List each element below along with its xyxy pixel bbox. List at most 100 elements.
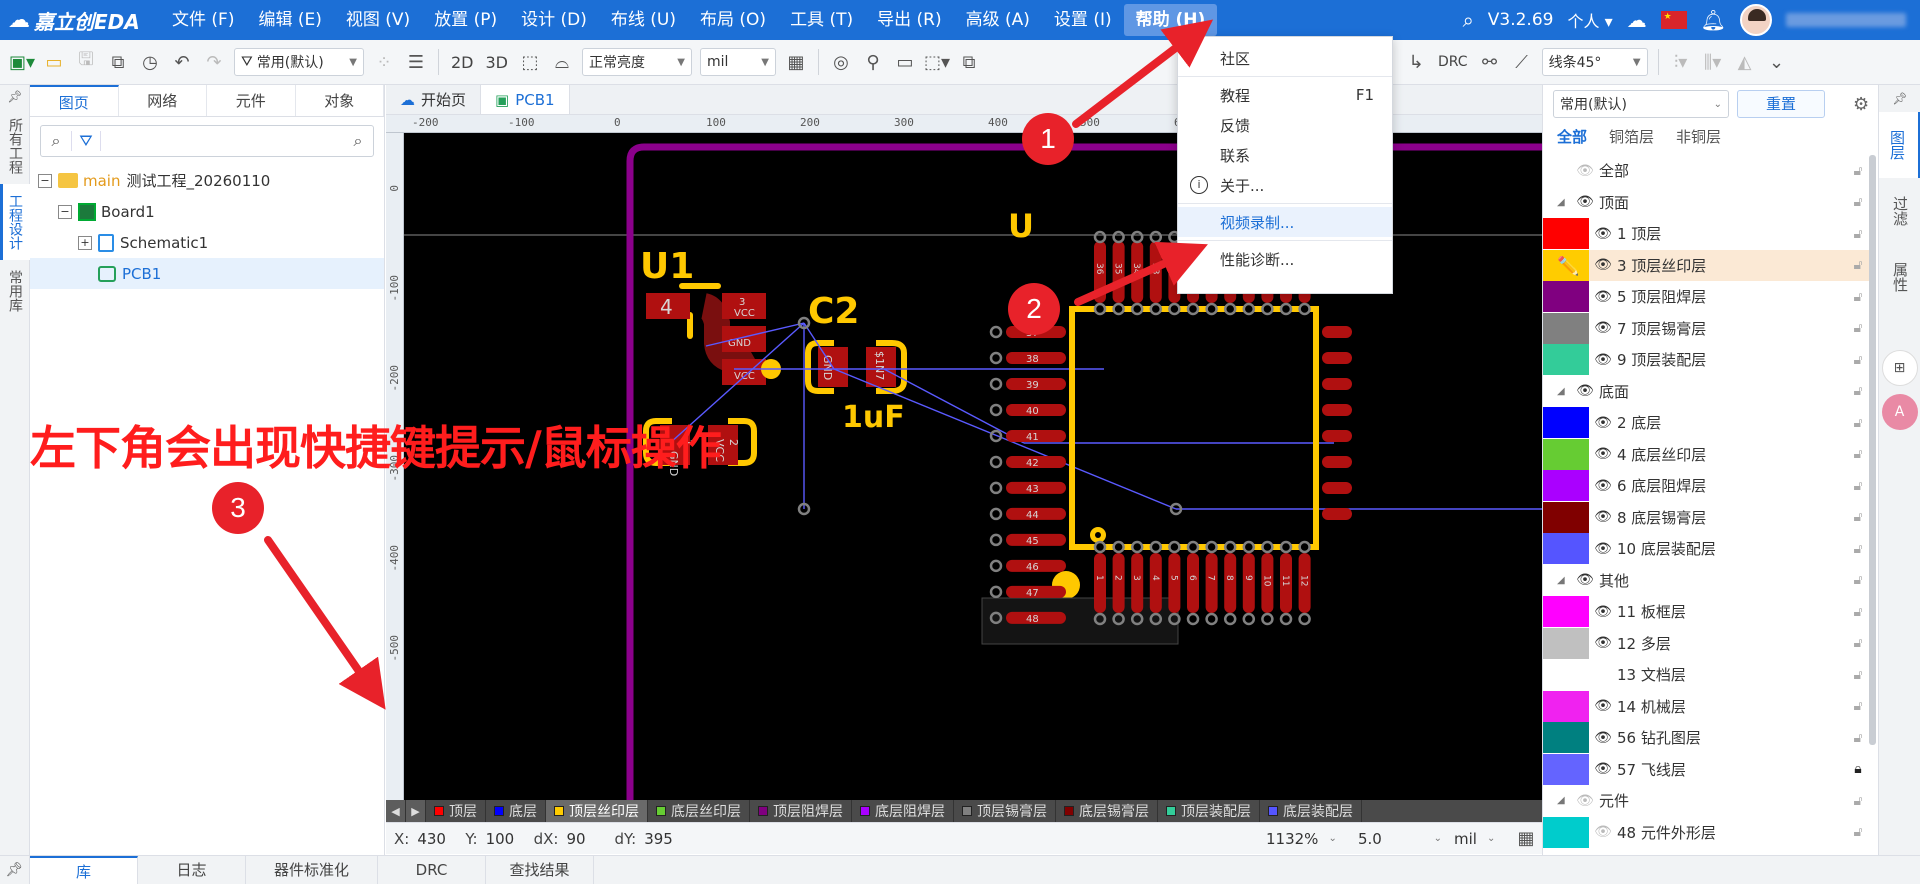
layer-strip-item[interactable]: 顶层: [426, 800, 486, 822]
layer-color-swatch[interactable]: [1543, 407, 1589, 439]
search-input[interactable]: [101, 127, 343, 155]
search-icon[interactable]: ⌕: [1463, 8, 1474, 32]
apps-grid-icon[interactable]: ⊞: [1881, 350, 1918, 387]
tree-schematic[interactable]: + Schematic1: [30, 227, 384, 258]
save-icon[interactable]: 🖫︎: [70, 47, 102, 77]
vtab-common-library[interactable]: 常用库: [0, 260, 30, 322]
eye-icon[interactable]: 👁︎: [1589, 289, 1617, 305]
pin-icon[interactable]: 📌︎: [1879, 85, 1920, 112]
collapse-caret-icon[interactable]: ◢: [1557, 386, 1571, 397]
layer-preset-select[interactable]: 常用(默认) ⌄: [1553, 90, 1729, 118]
tree-project[interactable]: − main 测试工程_20260110: [30, 165, 384, 196]
reset-button[interactable]: 重置: [1737, 90, 1825, 118]
grid-align-icon[interactable]: ⁘: [368, 47, 400, 77]
eye-icon[interactable]: 👁︎: [1589, 509, 1617, 525]
menu-export[interactable]: 导出 (R): [865, 0, 953, 40]
eye-icon[interactable]: 👁︎: [1571, 194, 1599, 210]
layer-group-row[interactable]: ◢ 👁︎ 其他 🔓︎: [1543, 565, 1873, 597]
layer-color-swatch[interactable]: [1543, 438, 1589, 470]
unit-select[interactable]: mil ▼: [700, 48, 776, 76]
menu-item-performance-diagnosis[interactable]: 性能诊断...: [1178, 244, 1392, 274]
layer-row[interactable]: 13 文档层 🔓︎: [1543, 659, 1873, 691]
layer-row[interactable]: 👁︎ 7 顶层锡膏层 🔓︎: [1543, 312, 1873, 345]
menu-item-about[interactable]: i 关于...: [1178, 170, 1392, 200]
eye-icon[interactable]: 👁︎: [1589, 352, 1617, 368]
tab-nets[interactable]: 网络: [119, 85, 207, 116]
lock-icon[interactable]: 🔒︎: [1843, 761, 1873, 777]
layer-strip-item[interactable]: 底层阻焊层: [852, 800, 954, 822]
angle-route-icon[interactable]: ⟋: [1506, 47, 1538, 77]
undo-icon[interactable]: ↶: [166, 47, 198, 77]
unit-select[interactable]: mil ⌄: [1448, 827, 1510, 851]
eye-icon[interactable]: 👁︎: [1571, 383, 1599, 399]
tab-objects[interactable]: 对象: [296, 85, 384, 116]
menu-view[interactable]: 视图 (V): [334, 0, 422, 40]
collapse-icon[interactable]: −: [58, 204, 72, 219]
copy-icon[interactable]: ⧉: [953, 47, 985, 77]
layer-list-scrollbar[interactable]: [1869, 155, 1876, 745]
workspace-select[interactable]: 个人 ▾: [1567, 8, 1612, 32]
layer-color-swatch[interactable]: [1543, 533, 1589, 565]
layer-strip-item[interactable]: 底层丝印层: [648, 800, 750, 822]
grid-size-select[interactable]: 5.0 ⌄: [1352, 827, 1448, 851]
menu-advanced[interactable]: 高级 (A): [954, 0, 1042, 40]
eye-icon[interactable]: 👁︎: [1589, 698, 1617, 714]
rect-select-icon[interactable]: ▭: [889, 47, 921, 77]
eye-icon[interactable]: 👁︎: [1589, 415, 1617, 431]
layer-strip-item[interactable]: 底层锡膏层: [1056, 800, 1158, 822]
filter-icon[interactable]: ⛛: [71, 131, 101, 151]
collapse-caret-icon[interactable]: ◢: [1557, 197, 1571, 208]
layer-row[interactable]: 👁︎ 56 钻孔图层 🔓︎: [1543, 722, 1873, 754]
layer-color-swatch[interactable]: [1543, 596, 1589, 628]
vtab-filter[interactable]: 过滤: [1879, 178, 1920, 244]
pin-icon[interactable]: 📌︎: [0, 85, 30, 108]
tab-components[interactable]: 元件: [207, 85, 296, 116]
layer-row[interactable]: 👁︎ 8 底层锡膏层 🔓︎: [1543, 501, 1873, 534]
unlock-icon[interactable]: 🔓︎: [1843, 824, 1873, 840]
history-icon[interactable]: ◷: [134, 47, 166, 77]
eye-icon[interactable]: 👁︎: [1571, 163, 1599, 179]
scroll-right-icon[interactable]: ▶: [406, 800, 426, 822]
layer-color-swatch[interactable]: [1543, 722, 1589, 754]
menu-design[interactable]: 设计 (D): [509, 0, 599, 40]
eye-icon[interactable]: 👁︎: [1589, 635, 1617, 651]
new-document-icon[interactable]: ▣▾: [6, 47, 38, 77]
layer-row[interactable]: 👁︎ 4 底层丝印层 🔓︎: [1543, 438, 1873, 471]
dashed-select-icon[interactable]: ⬚▾: [921, 47, 953, 77]
search-icon[interactable]: ⌕: [41, 131, 71, 151]
vtab-layers[interactable]: 图层: [1879, 112, 1920, 179]
layer-color-swatch[interactable]: [1543, 470, 1589, 502]
avatar[interactable]: [1740, 4, 1772, 36]
tab-pages[interactable]: 图页: [30, 85, 119, 116]
line-angle-select[interactable]: 线条45° ▼: [1541, 48, 1648, 76]
tab-log[interactable]: 日志: [138, 856, 246, 884]
layer-strip-item[interactable]: 底层装配层: [1260, 800, 1362, 822]
layer-row[interactable]: 👁︎ 14 机械层 🔓︎: [1543, 690, 1873, 723]
menu-layout[interactable]: 布局 (O): [688, 0, 778, 40]
menu-edit[interactable]: 编辑 (E): [246, 0, 333, 40]
language-flag-icon[interactable]: [1660, 11, 1687, 29]
layer-row[interactable]: 👁︎ 2 底层 🔓︎: [1543, 407, 1873, 439]
layer-row[interactable]: 👁︎ 5 顶层阻焊层 🔓︎: [1543, 281, 1873, 313]
vtab-project-design[interactable]: 工程设计: [0, 184, 30, 261]
import-icon[interactable]: ↳: [1400, 47, 1432, 77]
layer-preset-select[interactable]: ⛛ 常用(默认) ▼: [234, 48, 364, 76]
layer-color-swatch[interactable]: [1543, 753, 1589, 785]
layer-settings-icon[interactable]: ⚙: [1853, 94, 1869, 115]
redo-icon[interactable]: ↷: [198, 47, 230, 77]
user-name-blurred[interactable]: [1786, 13, 1906, 27]
zoom-area-icon[interactable]: ⬚: [514, 47, 546, 77]
menu-route[interactable]: 布线 (U): [599, 0, 688, 40]
eye-icon[interactable]: 👁︎: [1589, 604, 1617, 620]
eye-icon[interactable]: 👁︎: [1589, 446, 1617, 462]
collapse-icon[interactable]: −: [38, 173, 52, 188]
eye-icon[interactable]: 👁︎: [1589, 257, 1617, 273]
pin-icon[interactable]: 📌︎: [0, 856, 30, 884]
layer-strip-item[interactable]: 底层: [486, 800, 546, 822]
tab-pcb1[interactable]: ▣ PCB1: [481, 85, 570, 114]
via-icon[interactable]: ◎: [825, 47, 857, 77]
menu-file[interactable]: 文件 (F): [160, 0, 246, 40]
tab-device-standardization[interactable]: 器件标准化: [246, 856, 378, 884]
filter-all[interactable]: 全部: [1557, 126, 1587, 147]
menu-item-feedback[interactable]: 反馈: [1178, 110, 1392, 140]
